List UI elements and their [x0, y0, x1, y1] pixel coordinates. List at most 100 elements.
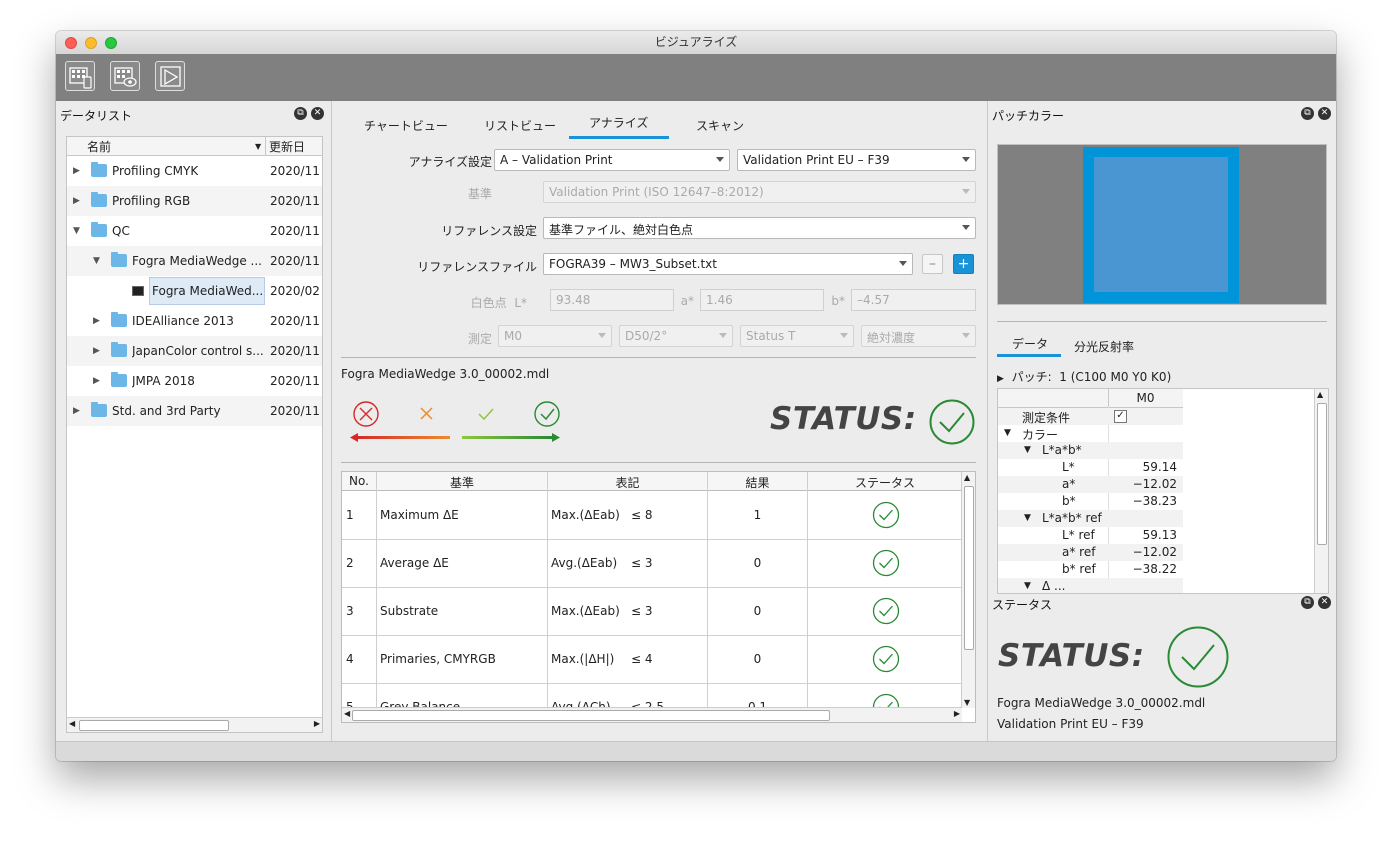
expand-icon[interactable]: ▶	[93, 346, 100, 356]
analyze-setting-select[interactable]: A – Validation Print	[494, 149, 730, 171]
tree-row[interactable]: ▶ JMPA 2018 2020/11	[67, 366, 322, 396]
status-heading: STATUS:	[770, 401, 917, 437]
tree-row[interactable]: ▼ Fogra MediaWedge ... 2020/11	[67, 246, 322, 276]
tab-analyze[interactable]: アナライズ	[589, 114, 648, 131]
col-name-header[interactable]: 名前	[87, 138, 111, 155]
minimize-window-button[interactable]	[85, 37, 97, 49]
data-row[interactable]: ▼ L*a*b* ref	[998, 510, 1183, 527]
col-m0-header[interactable]: M0	[1108, 391, 1183, 405]
measurement-condition-checkbox[interactable]: ✓	[1114, 410, 1127, 423]
data-row[interactable]: b* −38.23	[998, 493, 1183, 510]
data-row[interactable]: ▼ Δ ...	[998, 578, 1183, 593]
analyze-target-select[interactable]: Validation Print EU – F39	[737, 149, 976, 171]
scroll-left-icon[interactable]: ◀	[69, 719, 75, 728]
data-row[interactable]: L* ref 59.13	[998, 527, 1183, 544]
tab-scan[interactable]: スキャン	[696, 117, 744, 134]
tree-row[interactable]: ▶ Profiling RGB 2020/11	[67, 186, 322, 216]
active-tab-indicator	[569, 136, 669, 139]
density-mode-select: 絶対濃度	[861, 325, 976, 347]
data-row[interactable]: ▼ L*a*b*	[998, 442, 1183, 459]
tree-row[interactable]: ▶ IDEAlliance 2013 2020/11	[67, 306, 322, 336]
status-title: ステータス	[992, 598, 1053, 612]
reference-file-select[interactable]: FOGRA39 – MW3_Subset.txt	[543, 253, 913, 275]
expand-icon[interactable]: ▶	[93, 316, 100, 326]
table-row[interactable]: 3 Substrate Max.(ΔEab) ≤ 3 0	[342, 587, 962, 636]
analyze-panel: チャートビュー リストビュー アナライズ スキャン アナライズ設定 A – Va…	[332, 101, 986, 741]
visualize-button[interactable]	[155, 61, 185, 91]
collapse-icon: ▼	[1024, 445, 1031, 455]
reference-setting-select[interactable]: 基準ファイル、絶対白色点	[543, 217, 976, 239]
add-reference-button[interactable]: +	[953, 254, 974, 274]
expand-icon[interactable]: ▶	[73, 406, 80, 416]
active-tab-indicator	[997, 354, 1061, 357]
measurement-mode-select: M0	[498, 325, 612, 347]
vertical-scrollbar[interactable]: ▲ ▼	[961, 472, 975, 708]
reference-file-label: リファレンスファイル	[417, 260, 537, 274]
chart-device-button[interactable]	[65, 61, 95, 91]
patch-reference-color	[1094, 157, 1228, 292]
criteria-select: Validation Print (ISO 12647–8:2012)	[543, 181, 976, 203]
float-icon[interactable]: ⧉	[1301, 596, 1314, 609]
tab-chart-view[interactable]: チャートビュー	[364, 117, 448, 134]
data-row[interactable]: a* −12.02	[998, 476, 1183, 493]
density-status-select: Status T	[740, 325, 854, 347]
tab-spectral[interactable]: 分光反射率	[1074, 338, 1134, 355]
data-row[interactable]: b* ref −38.22	[998, 561, 1183, 578]
folder-icon	[111, 342, 127, 357]
folder-icon	[111, 312, 127, 327]
scroll-right-icon[interactable]: ▶	[314, 719, 320, 728]
sort-down-icon[interactable]: ▼	[255, 142, 261, 151]
status-pass-icon	[929, 399, 975, 445]
results-table: No. 基準 表記 結果 ステータス 1 Maximum ΔE Max.(ΔEa…	[341, 471, 976, 723]
scroll-right-icon: ▶	[953, 709, 960, 718]
close-window-button[interactable]	[65, 37, 77, 49]
close-icon[interactable]: ✕	[1318, 107, 1331, 120]
folder-icon	[91, 192, 107, 207]
folder-icon	[91, 222, 107, 237]
float-icon[interactable]: ⧉	[294, 107, 307, 120]
pass-check-icon	[478, 408, 494, 421]
analyze-setting-label: アナライズ設定	[408, 155, 492, 169]
tree-row[interactable]: ▶ Profiling CMYK 2020/11	[67, 156, 322, 186]
chart-grid-icon	[69, 67, 92, 89]
folder-icon	[111, 252, 127, 267]
pass-arrow-icon	[462, 433, 560, 442]
collapse-icon: ▼	[1024, 513, 1031, 523]
expand-icon[interactable]: ▶	[93, 376, 100, 386]
tab-list-view[interactable]: リストビュー	[484, 117, 556, 134]
horizontal-scrollbar[interactable]: ◀ ▶	[67, 717, 322, 732]
tree-row-selected[interactable]: Fogra MediaWed... 2020/02	[67, 276, 322, 306]
data-row[interactable]: a* ref −12.02	[998, 544, 1183, 561]
col-date-header[interactable]: 更新日	[269, 138, 305, 155]
expand-icon[interactable]: ▶	[73, 166, 80, 176]
float-icon[interactable]: ⧉	[1301, 107, 1314, 120]
close-icon[interactable]: ✕	[311, 107, 324, 120]
illuminant-select: D50/2°	[619, 325, 733, 347]
data-tree: 名前 ▼ 更新日 ▶ Profiling CMYK 2020/11 ▶ Prof…	[66, 136, 323, 733]
tree-row[interactable]: ▼ QC 2020/11	[67, 216, 322, 246]
tree-row[interactable]: ▶ Std. and 3rd Party 2020/11	[67, 396, 322, 426]
tree-row[interactable]: ▶ JapanColor control s... 2020/11	[67, 336, 322, 366]
patch-color-panel: パッチカラー ⧉ ✕ データ 分光反射率 ▶ パッチ: 1 (C100 M0 Y…	[987, 101, 1336, 741]
pass-check-icon	[872, 501, 900, 529]
table-row[interactable]: 1 Maximum ΔE Max.(ΔEab) ≤ 8 1	[342, 491, 962, 540]
close-icon[interactable]: ✕	[1318, 596, 1331, 609]
patch-selector[interactable]: ▶ パッチ: 1 (C100 M0 Y0 K0)	[997, 368, 1171, 385]
horizontal-scrollbar[interactable]: ◀ ▶	[342, 707, 962, 722]
vertical-scrollbar[interactable]: ▲	[1314, 389, 1328, 593]
remove-reference-button[interactable]: –	[922, 254, 943, 274]
window-title: ビジュアライズ	[654, 35, 738, 49]
results-header: No. 基準 表記 結果 ステータス	[342, 472, 962, 491]
table-row[interactable]: 2 Average ΔE Avg.(ΔEab) ≤ 3 0	[342, 539, 962, 588]
tab-data[interactable]: データ	[1012, 335, 1048, 352]
data-row[interactable]: 測定条件 ✓	[998, 408, 1183, 425]
data-row[interactable]: ▼ カラー	[998, 425, 1183, 442]
zoom-window-button[interactable]	[105, 37, 117, 49]
pass-check-icon	[872, 645, 900, 673]
data-row[interactable]: L* 59.14	[998, 459, 1183, 476]
chart-view-button[interactable]	[110, 61, 140, 91]
collapse-icon[interactable]: ▼	[73, 226, 80, 236]
expand-icon[interactable]: ▶	[73, 196, 80, 206]
collapse-icon[interactable]: ▼	[93, 256, 100, 266]
table-row[interactable]: 4 Primaries, CMYRGB Max.(|ΔH|) ≤ 4 0	[342, 635, 962, 684]
